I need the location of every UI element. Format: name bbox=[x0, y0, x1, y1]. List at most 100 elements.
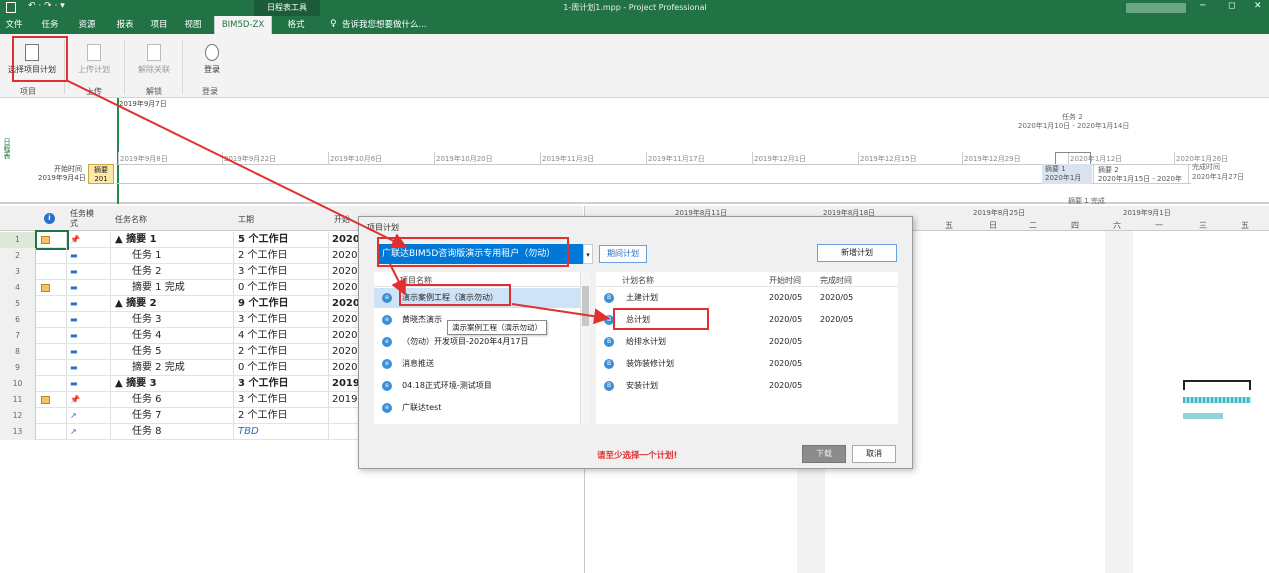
task-name-cell[interactable]: 摘要 2 完成 bbox=[112, 360, 234, 376]
tab-report[interactable]: 报表 bbox=[112, 16, 138, 34]
task-mode-cell[interactable]: ▬ bbox=[67, 344, 111, 360]
restore-icon[interactable]: ◻ bbox=[1228, 1, 1235, 11]
row-number[interactable]: 10 bbox=[0, 376, 36, 392]
tab-project[interactable]: 项目 bbox=[146, 16, 172, 34]
task-mode-cell[interactable]: ▬ bbox=[67, 360, 111, 376]
account-area[interactable] bbox=[1126, 3, 1186, 13]
cancel-button[interactable]: 取消 bbox=[852, 445, 896, 463]
col-header-duration[interactable]: 工期 bbox=[238, 214, 254, 225]
duration-cell[interactable]: 4 个工作日 bbox=[235, 328, 329, 344]
new-plan-button[interactable]: 新增计划 bbox=[817, 244, 897, 262]
plan-item[interactable]: B 给排水计划 2020/05 bbox=[596, 332, 898, 352]
note-icon[interactable] bbox=[41, 236, 50, 244]
task-name-cell[interactable]: 任务 5 bbox=[112, 344, 234, 360]
col-header-name[interactable]: 任务名称 bbox=[115, 214, 147, 225]
row-number[interactable]: 8 bbox=[0, 344, 36, 360]
minimize-icon[interactable]: ─ bbox=[1200, 1, 1205, 11]
start-cell[interactable]: 2020 bbox=[330, 232, 360, 248]
duration-cell[interactable]: 5 个工作日 bbox=[235, 232, 329, 248]
row-number[interactable]: 5 bbox=[0, 296, 36, 312]
start-cell[interactable]: 2020 bbox=[330, 312, 360, 328]
project-item[interactable]: e 广联达test bbox=[374, 398, 580, 418]
row-number[interactable]: 12 bbox=[0, 408, 36, 424]
note-icon[interactable] bbox=[41, 284, 50, 292]
plan-item[interactable]: B 安装计划 2020/05 bbox=[596, 376, 898, 396]
undo-icon[interactable]: ↶ · ↷ · ▾ bbox=[28, 1, 65, 11]
tab-file[interactable]: 文件 bbox=[2, 16, 26, 34]
chevron-down-icon[interactable]: ▾ bbox=[583, 244, 593, 264]
save-icon[interactable] bbox=[6, 2, 16, 13]
task-name-cell[interactable]: 任务 2 bbox=[112, 264, 234, 280]
summary2-bar[interactable]: 摘要 2 2020年1月15日 - 2020年 bbox=[1093, 164, 1189, 184]
task-mode-cell[interactable]: ▬ bbox=[67, 280, 111, 296]
project-item[interactable]: e 04.18正式环境-测试项目 bbox=[374, 376, 580, 396]
period-plan-button[interactable]: 期间计划 bbox=[599, 245, 647, 263]
summary3-bar[interactable] bbox=[1183, 380, 1251, 390]
duration-cell[interactable]: 3 个工作日 bbox=[235, 264, 329, 280]
col-header-mode[interactable]: 任务模式 bbox=[70, 209, 98, 229]
task-name-cell[interactable]: 任务 4 bbox=[112, 328, 234, 344]
row-number[interactable]: 7 bbox=[0, 328, 36, 344]
task-name-cell[interactable]: ▲ 摘要 1 bbox=[112, 232, 234, 248]
task-name-cell[interactable]: 任务 6 bbox=[112, 392, 234, 408]
start-cell[interactable]: 2020 bbox=[330, 328, 360, 344]
duration-cell[interactable]: TBD bbox=[235, 424, 329, 440]
start-cell[interactable]: 2020 bbox=[330, 360, 360, 376]
duration-cell[interactable]: 2 个工作日 bbox=[235, 344, 329, 360]
duration-cell[interactable]: 3 个工作日 bbox=[235, 312, 329, 328]
start-cell[interactable] bbox=[330, 424, 360, 440]
tab-view[interactable]: 视图 bbox=[180, 16, 206, 34]
col-header-start[interactable]: 开始 bbox=[334, 214, 350, 225]
start-cell[interactable]: 2020 bbox=[330, 248, 360, 264]
scroll-thumb[interactable] bbox=[582, 286, 589, 326]
task-mode-cell[interactable]: ▬ bbox=[67, 312, 111, 328]
upload-plan-button[interactable]: 上传计划 bbox=[66, 40, 122, 84]
start-cell[interactable]: 2020 bbox=[330, 280, 360, 296]
task-name-cell[interactable]: 任务 7 bbox=[112, 408, 234, 424]
start-cell[interactable]: 2020 bbox=[330, 264, 360, 280]
start-cell[interactable]: 2019 bbox=[330, 376, 360, 392]
task-mode-cell[interactable]: ↗ bbox=[67, 424, 111, 440]
info-icon[interactable]: i bbox=[44, 213, 55, 224]
start-cell[interactable]: 2020 bbox=[330, 296, 360, 312]
task-name-cell[interactable]: ▲ 摘要 2 bbox=[112, 296, 234, 312]
login-button[interactable]: 登录 bbox=[184, 40, 240, 84]
project-item[interactable]: e （勿动）开发项目-2020年4月17日 bbox=[374, 332, 580, 352]
project-list-scrollbar[interactable] bbox=[580, 272, 590, 424]
unlink-button[interactable]: 解除关联 bbox=[126, 40, 182, 84]
tab-bim5d-zx[interactable]: BIM5D-ZX bbox=[214, 16, 272, 34]
row-number[interactable]: 1 bbox=[0, 232, 36, 248]
row-number[interactable]: 4 bbox=[0, 280, 36, 296]
task-mode-cell[interactable]: ↗ bbox=[67, 408, 111, 424]
task-mode-cell[interactable]: ▬ bbox=[67, 328, 111, 344]
row-number[interactable]: 3 bbox=[0, 264, 36, 280]
duration-cell[interactable]: 2 个工作日 bbox=[235, 248, 329, 264]
tell-me-search[interactable]: 告诉我您想要做什么... bbox=[342, 16, 432, 34]
duration-cell[interactable]: 3 个工作日 bbox=[235, 376, 329, 392]
row-number[interactable]: 13 bbox=[0, 424, 36, 440]
task6-bar[interactable] bbox=[1183, 397, 1251, 403]
task-mode-cell[interactable]: ▬ bbox=[67, 376, 111, 392]
tab-task[interactable]: 任务 bbox=[38, 16, 62, 34]
task-name-cell[interactable]: 任务 8 bbox=[112, 424, 234, 440]
row-number[interactable]: 9 bbox=[0, 360, 36, 376]
duration-cell[interactable]: 3 个工作日 bbox=[235, 392, 329, 408]
summary1-bar[interactable]: 摘要 1 2020年1月 bbox=[1042, 164, 1092, 184]
task-mode-cell[interactable]: 📌 bbox=[67, 392, 111, 408]
task-mode-cell[interactable]: ▬ bbox=[67, 296, 111, 312]
task-name-cell[interactable]: 摘要 1 完成 bbox=[112, 280, 234, 296]
tab-resource[interactable]: 资源 bbox=[74, 16, 100, 34]
duration-cell[interactable]: 9 个工作日 bbox=[235, 296, 329, 312]
task-mode-cell[interactable]: ▬ bbox=[67, 264, 111, 280]
duration-cell[interactable]: 2 个工作日 bbox=[235, 408, 329, 424]
start-cell[interactable]: 2020 bbox=[330, 344, 360, 360]
row-number[interactable]: 11 bbox=[0, 392, 36, 408]
download-button[interactable]: 下载 bbox=[802, 445, 846, 463]
timeline-summary-bar[interactable]: 摘要 201 bbox=[88, 164, 114, 184]
duration-cell[interactable]: 0 个工作日 bbox=[235, 360, 329, 376]
plan-item[interactable]: B 装饰装修计划 2020/05 bbox=[596, 354, 898, 374]
row-number[interactable]: 2 bbox=[0, 248, 36, 264]
plan-item[interactable]: B 土建计划 2020/05 2020/05 bbox=[596, 288, 898, 308]
row-number[interactable]: 6 bbox=[0, 312, 36, 328]
task-mode-cell[interactable]: ▬ bbox=[67, 248, 111, 264]
